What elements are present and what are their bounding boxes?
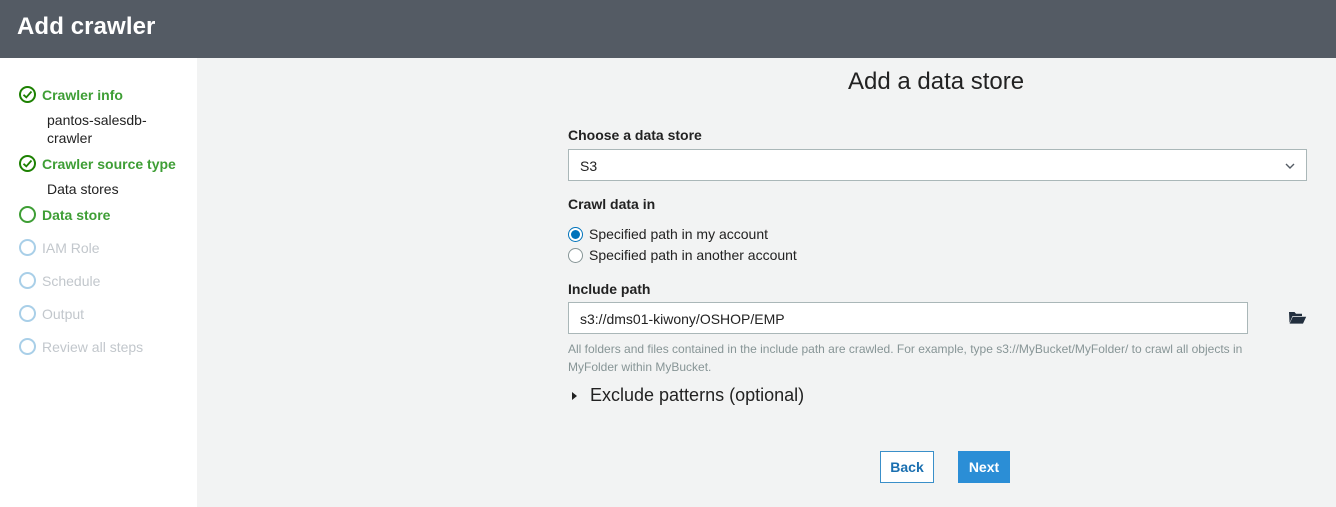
step-output: Output [19,305,84,322]
next-button[interactable]: Next [958,451,1010,483]
step-label: Schedule [42,272,101,289]
step-schedule: Schedule [19,272,100,289]
page-header-title: Add crawler [17,13,156,40]
include-path-label: Include path [568,281,651,297]
step-crawler-source-type-value: Data stores [47,181,119,197]
help-line: All folders and files contained in the i… [568,342,1243,356]
include-path-help: All folders and files contained in the i… [568,340,1288,376]
step-review-all-steps: Review all steps [19,338,143,355]
data-store-label: Choose a data store [568,127,702,143]
step-iam-role: IAM Role [19,239,100,256]
circle-icon [19,206,36,223]
step-data-store[interactable]: Data store [19,206,110,223]
crawl-data-label: Crawl data in [568,196,656,212]
radio-another-account[interactable]: Specified path in another account [568,247,797,263]
circle-icon [19,239,36,256]
radio-unselected-icon [568,247,583,263]
step-crawler-info[interactable]: Crawler info [19,86,123,103]
data-store-select[interactable]: S3 [568,149,1307,181]
circle-icon [19,272,36,289]
step-label: Data store [42,206,111,223]
page-title: Add a data store [848,68,1025,95]
step-value-line: pantos-salesdb- [47,112,147,128]
include-path-value: s3://dms01-kiwony/OSHOP/EMP [580,311,785,327]
main-panel [197,58,1336,507]
step-crawler-info-value: pantos-salesdb- crawler [47,111,147,147]
step-label: Crawler source type [42,155,176,172]
step-crawler-source-type[interactable]: Crawler source type [19,155,176,172]
radio-my-account[interactable]: Specified path in my account [568,226,768,242]
step-label: Review all steps [42,338,144,355]
exclude-patterns-toggle[interactable]: Exclude patterns (optional) [572,385,804,406]
caret-right-icon [572,391,577,400]
radio-label: Specified path in another account [589,247,797,263]
circle-icon [19,338,36,355]
step-label: Crawler info [42,86,123,103]
top-header: Add crawler [0,0,1336,58]
step-label: IAM Role [42,239,100,256]
exclude-patterns-label: Exclude patterns (optional) [590,385,805,405]
back-button[interactable]: Back [880,451,934,483]
data-store-value: S3 [580,158,598,174]
radio-selected-icon [568,226,583,242]
check-circle-icon [19,155,36,172]
step-value-line: crawler [47,130,93,146]
help-line: MyFolder within MyBucket. [568,360,712,374]
chevron-down-icon [1284,159,1296,175]
step-label: Output [42,305,85,322]
circle-icon [19,305,36,322]
radio-label: Specified path in my account [589,226,768,242]
check-circle-icon [19,86,36,103]
include-path-input[interactable]: s3://dms01-kiwony/OSHOP/EMP [568,302,1248,334]
folder-open-icon[interactable] [1288,310,1307,330]
